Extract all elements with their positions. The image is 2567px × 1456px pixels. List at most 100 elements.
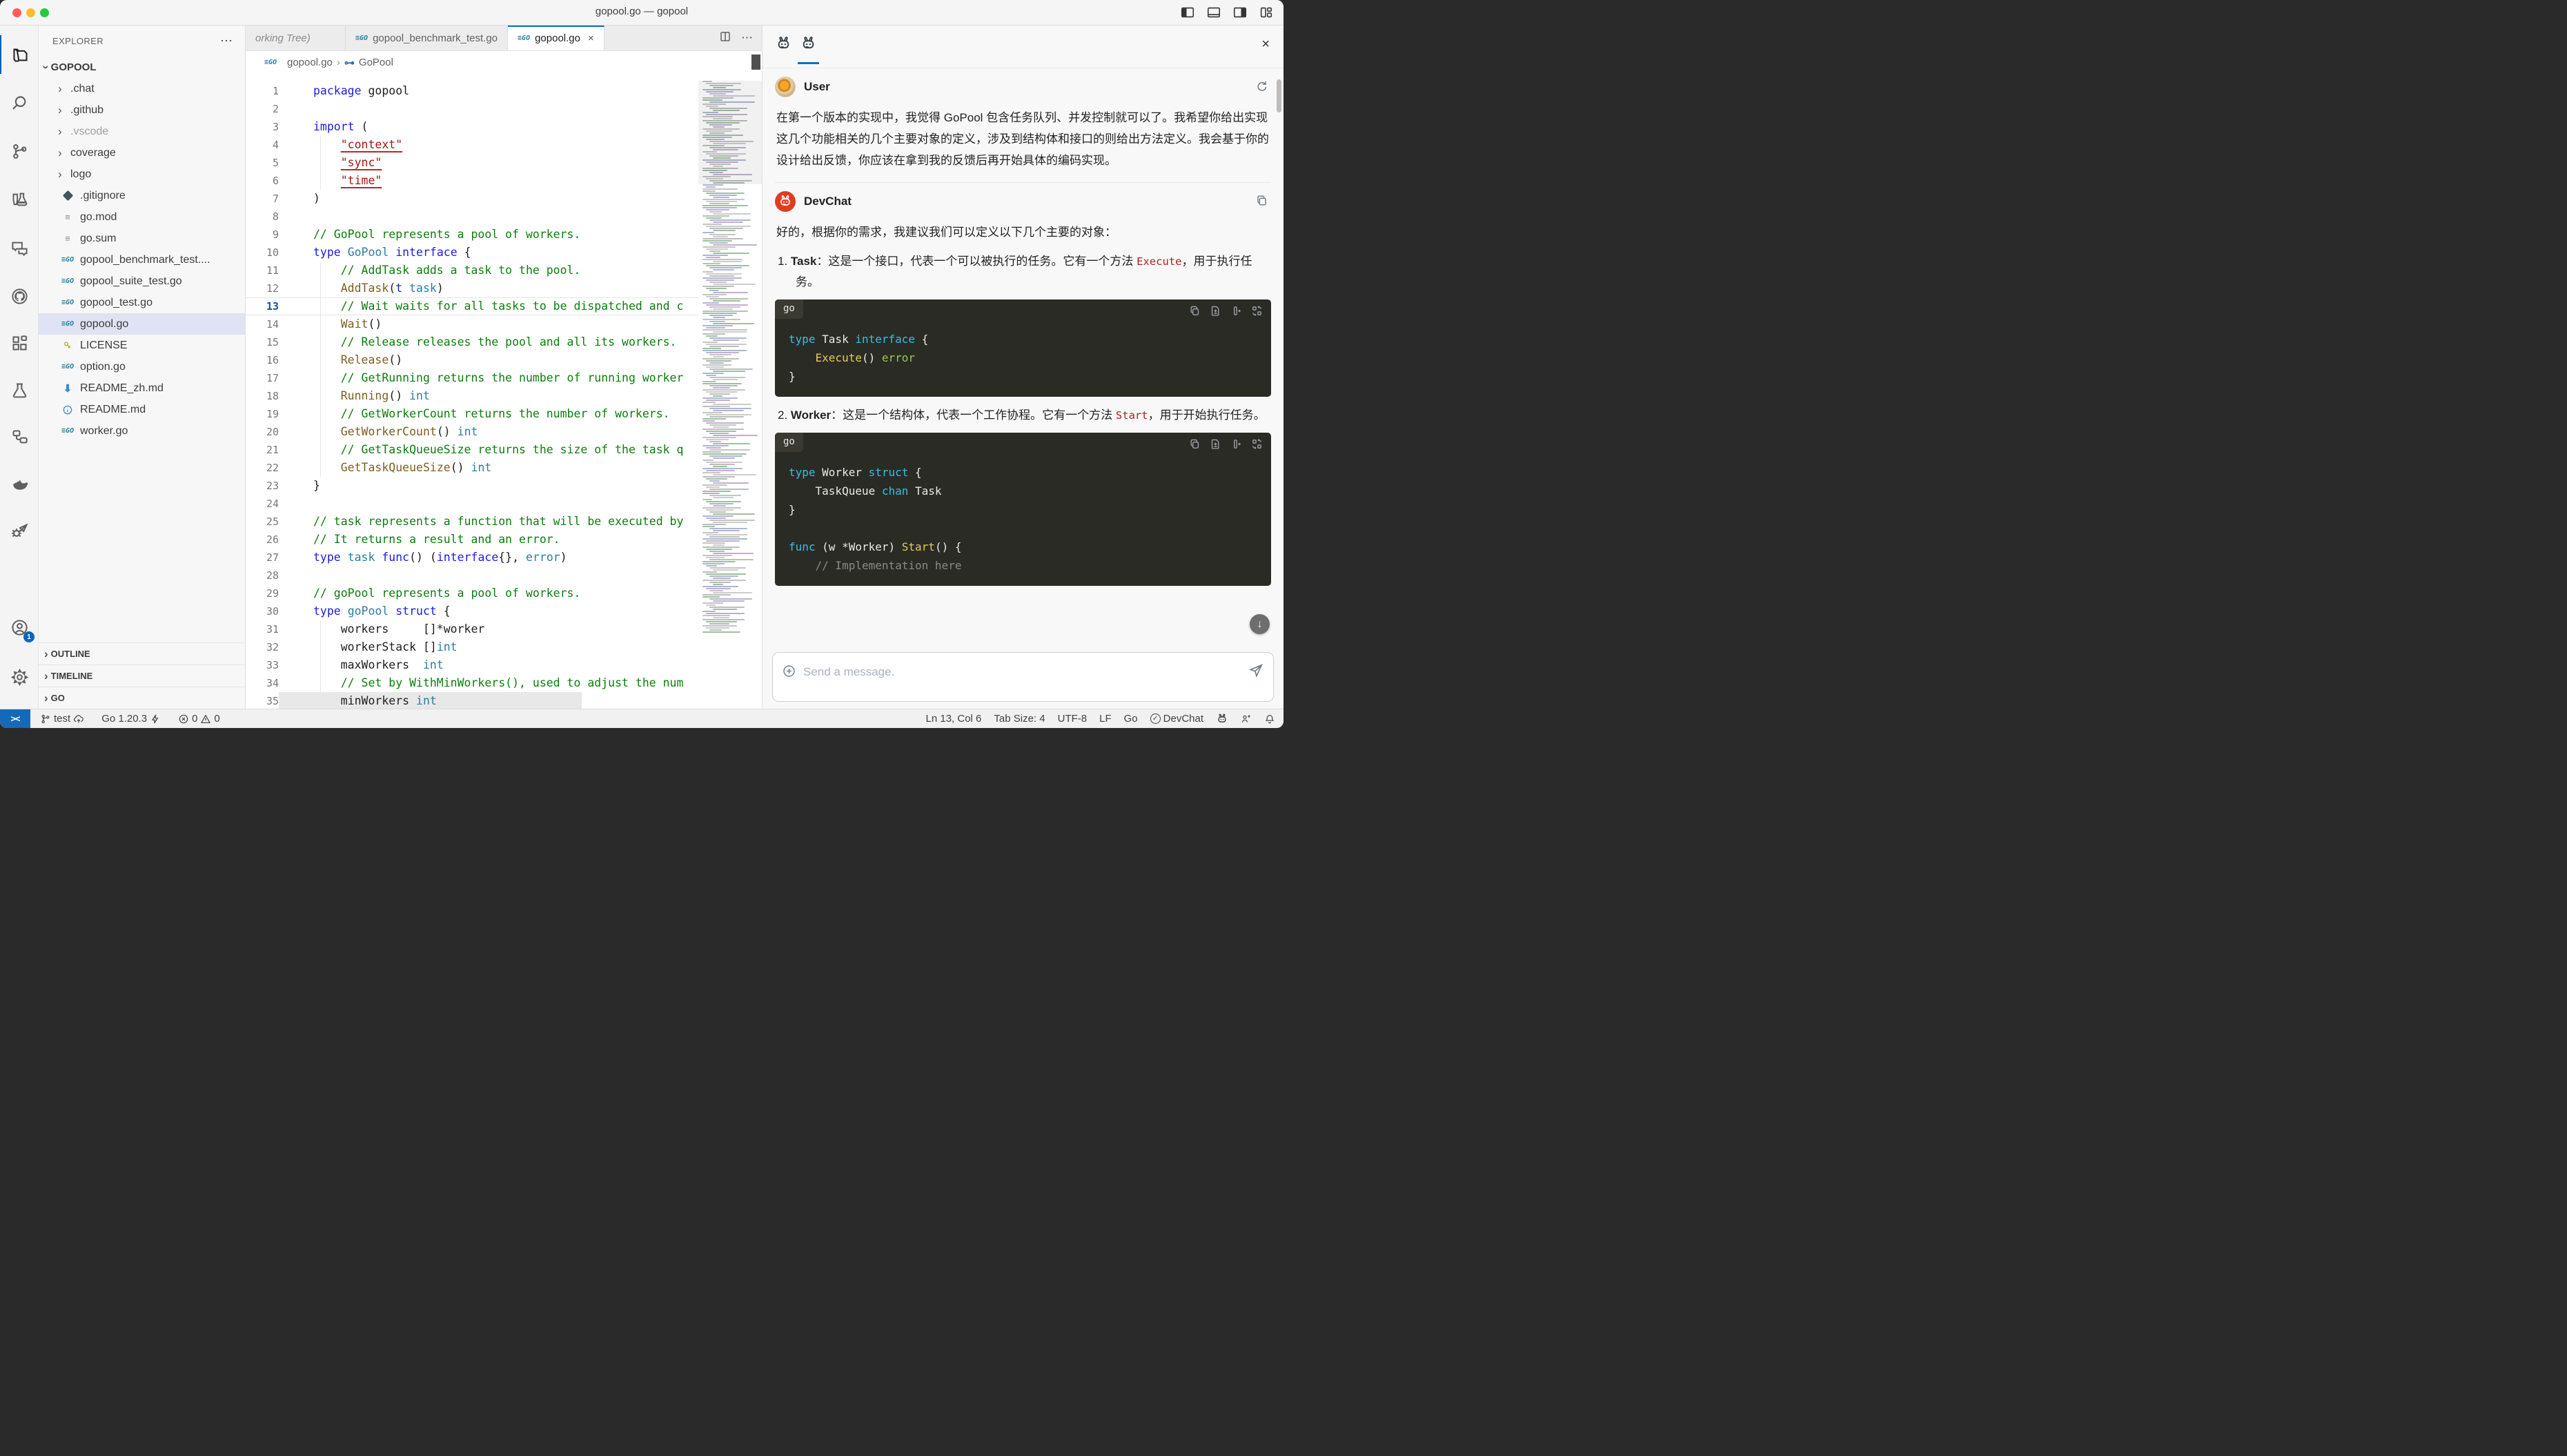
git-branch-item[interactable]: test <box>40 713 84 725</box>
activity-testing-icon[interactable] <box>0 180 39 219</box>
file-item-gopool-benchmark-test-[interactable]: ≡GO gopool_benchmark_test.... <box>39 249 245 270</box>
code-line-26[interactable]: 26// It returns a result and an error. <box>246 531 698 549</box>
devchat-status-item[interactable]: ✓ DevChat <box>1150 713 1203 725</box>
code-line-30[interactable]: 30 type goPool struct { <box>246 602 698 620</box>
tab-gopool-benchmark-test[interactable]: ≡GO gopool_benchmark_test.go <box>346 26 509 50</box>
activity-docker-icon[interactable] <box>0 464 39 503</box>
close-tab-icon[interactable]: × <box>588 32 594 44</box>
section-go[interactable]: › GO <box>39 687 245 709</box>
activity-source-control-icon[interactable] <box>0 132 39 170</box>
file-item-readme-zh-md[interactable]: ⬇ README_zh.md <box>39 377 245 399</box>
file-item--gitignore[interactable]: .gitignore <box>39 185 245 206</box>
file-item-worker-go[interactable]: ≡GO worker.go <box>39 420 245 442</box>
toggle-secondary-sidebar-icon[interactable] <box>1232 5 1248 23</box>
code-line-20[interactable]: 20 GetWorkerCount() int <box>246 423 698 441</box>
code-line-4[interactable]: 4 "context" <box>246 136 698 154</box>
code-line-3[interactable]: 3 import ( <box>246 118 698 136</box>
activity-flask-icon[interactable] <box>0 371 39 409</box>
new-file-icon[interactable] <box>1210 305 1221 320</box>
chat-scrollbar[interactable] <box>1277 79 1281 112</box>
code-editor[interactable]: 1 package gopool 2 3 import (4 "context" 5 "s… <box>246 74 698 709</box>
devchat-tab-icon-active[interactable] <box>798 35 819 64</box>
new-file-icon[interactable] <box>1210 438 1221 453</box>
code-line-22[interactable]: 22 GetTaskQueueSize() int <box>246 459 698 477</box>
eol-item[interactable]: LF <box>1099 713 1112 725</box>
code-line-18[interactable]: 18 Running() int <box>246 387 698 405</box>
breadcrumb[interactable]: ≡GO gopool.go › ⊶ GoPool <box>246 51 762 74</box>
send-message-icon[interactable] <box>1248 663 1263 682</box>
code-line-32[interactable]: 32 workerStack []int <box>246 638 698 656</box>
code-line-10[interactable]: 10 type GoPool interface { <box>246 244 698 262</box>
activity-settings-icon[interactable] <box>0 658 39 696</box>
toggle-panel-icon[interactable] <box>1206 5 1221 23</box>
code-line-25[interactable]: 25// task represents a function that wil… <box>246 513 698 531</box>
apply-diff-icon[interactable] <box>1251 438 1263 453</box>
code-line-1[interactable]: 1 package gopool <box>246 82 698 100</box>
code-line-31[interactable]: 31 workers []*worker <box>246 620 698 638</box>
activity-comments-icon[interactable] <box>0 228 39 267</box>
language-mode-item[interactable]: Go <box>1124 713 1138 725</box>
remote-indicator[interactable]: >< <box>0 709 30 728</box>
code-line-13[interactable]: 13 // Wait waits for all tasks to be dis… <box>246 297 698 315</box>
scroll-to-bottom-button[interactable]: ↓ <box>1250 614 1270 634</box>
breadcrumb-symbol[interactable]: GoPool <box>359 57 393 68</box>
tab-size-item[interactable]: Tab Size: 4 <box>994 713 1045 725</box>
minimap-viewport[interactable] <box>698 81 762 184</box>
regenerate-icon[interactable] <box>1255 79 1268 96</box>
tab-gopool-go[interactable]: ≡GO gopool.go × <box>508 26 604 50</box>
file-item-logo[interactable]: › logo <box>39 164 245 185</box>
file-item-readme-md[interactable]: README.md <box>39 399 245 420</box>
code-line-35[interactable]: 35 minWorkers int <box>246 692 698 709</box>
tab-working-tree[interactable]: orking Tree) <box>246 26 346 50</box>
code-line-16[interactable]: 16 Release() <box>246 351 698 369</box>
activity-references-icon[interactable] <box>0 417 39 456</box>
apply-diff-icon[interactable] <box>1251 305 1263 320</box>
code-line-21[interactable]: 21 // GetTaskQueueSize returns the size … <box>246 441 698 459</box>
insert-code-icon[interactable] <box>1230 305 1242 320</box>
code-line-5[interactable]: 5 "sync" <box>246 154 698 172</box>
problems-item[interactable]: 0 0 <box>178 713 220 725</box>
code-line-24[interactable]: 24 <box>246 495 698 513</box>
explorer-more-actions-icon[interactable]: ⋯ <box>220 34 234 48</box>
file-item-gopool-go[interactable]: ≡GO gopool.go <box>39 313 245 335</box>
code-line-12[interactable]: 12 AddTask(t task) <box>246 279 698 297</box>
activity-github-icon[interactable] <box>0 277 39 315</box>
customize-layout-icon[interactable] <box>1259 5 1274 23</box>
file-item--github[interactable]: › .github <box>39 99 245 121</box>
explorer-section-gopool[interactable]: › GOPOOL <box>39 56 245 78</box>
split-editor-icon[interactable] <box>719 30 731 46</box>
activity-extensions-icon[interactable] <box>0 324 39 362</box>
feedback-icon[interactable] <box>1241 714 1252 725</box>
file-item-go-mod[interactable]: ≡ go.mod <box>39 206 245 228</box>
activity-search-icon[interactable] <box>0 83 39 122</box>
file-item-option-go[interactable]: ≡GO option.go <box>39 356 245 377</box>
code-line-7[interactable]: 7) <box>246 190 698 208</box>
editor-more-actions-icon[interactable]: ⋯ <box>741 31 754 45</box>
section-timeline[interactable]: › TIMELINE <box>39 665 245 687</box>
code-line-33[interactable]: 33 maxWorkers int <box>246 656 698 674</box>
code-line-27[interactable]: 27 type task func() (interface{}, error) <box>246 549 698 567</box>
section-outline[interactable]: › OUTLINE <box>39 642 245 665</box>
go-version-item[interactable]: Go 1.20.3 <box>101 713 161 725</box>
devchat-rabbit-icon[interactable] <box>1216 713 1228 725</box>
notifications-bell-icon[interactable] <box>1264 714 1275 725</box>
breadcrumb-file[interactable]: gopool.go <box>287 57 333 68</box>
close-panel-icon[interactable]: × <box>1261 37 1270 52</box>
code-line-2[interactable]: 2 <box>246 100 698 118</box>
copy-code-icon[interactable] <box>1189 305 1201 320</box>
add-context-icon[interactable] <box>782 664 796 682</box>
code-line-8[interactable]: 8 <box>246 208 698 226</box>
insert-code-icon[interactable] <box>1230 438 1242 453</box>
activity-run-debug-icon[interactable] <box>0 511 39 550</box>
code-line-28[interactable]: 28 <box>246 567 698 584</box>
minimap[interactable] <box>698 74 762 709</box>
encoding-item[interactable]: UTF-8 <box>1058 713 1088 725</box>
chat-input-box[interactable]: Send a message. <box>772 652 1274 702</box>
file-item-gopool-test-go[interactable]: ≡GO gopool_test.go <box>39 292 245 313</box>
activity-accounts-icon[interactable]: 1 <box>0 608 39 647</box>
code-line-17[interactable]: 17 // GetRunning returns the number of r… <box>246 369 698 387</box>
code-line-6[interactable]: 6 "time" <box>246 172 698 190</box>
code-line-23[interactable]: 23} <box>246 477 698 495</box>
copy-message-icon[interactable] <box>1255 194 1268 210</box>
code-line-19[interactable]: 19 // GetWorkerCount returns the number … <box>246 405 698 423</box>
